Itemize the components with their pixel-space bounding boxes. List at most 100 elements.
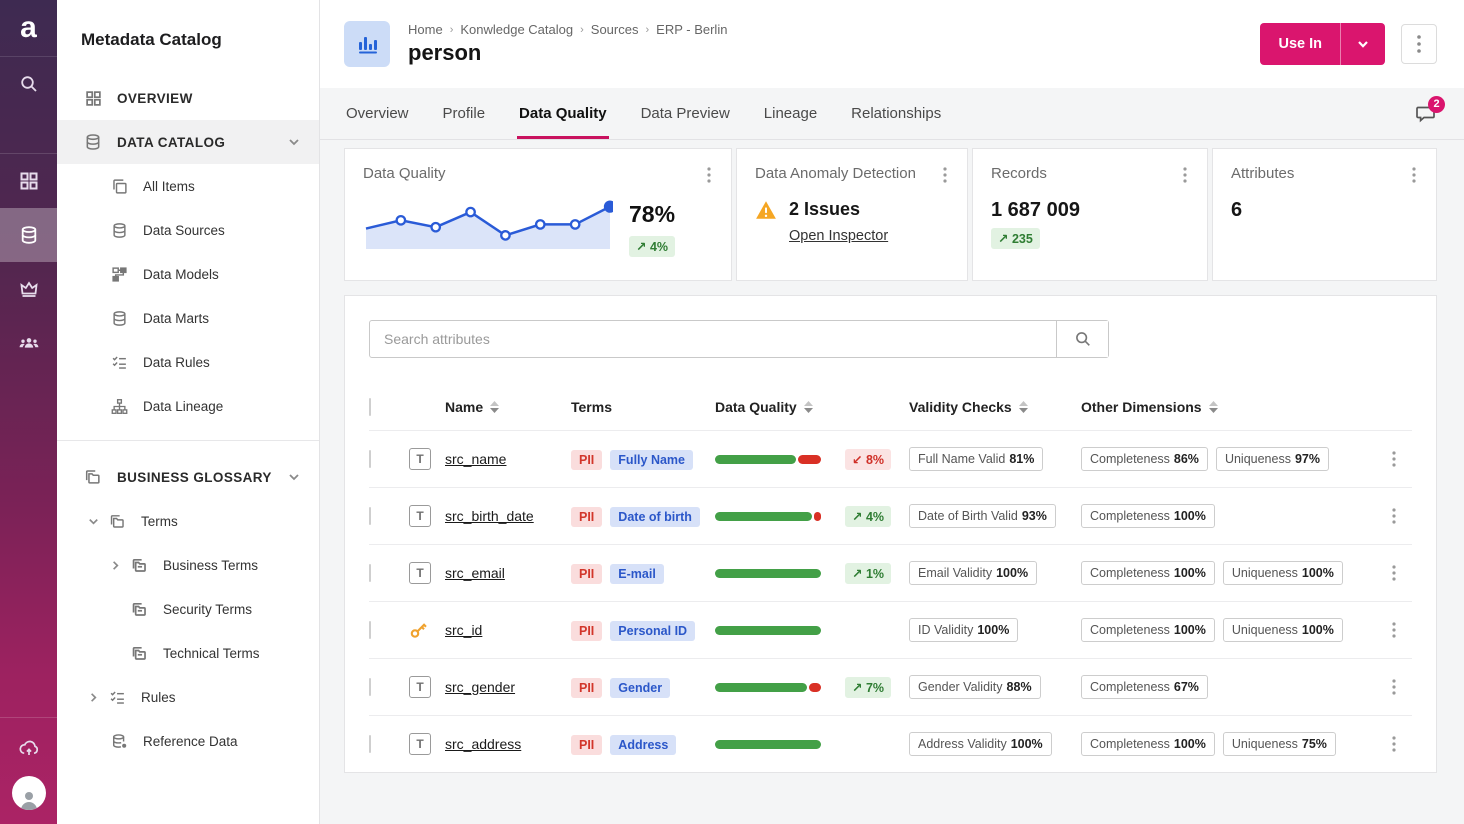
sidebar-item-terms[interactable]: Terms xyxy=(57,499,319,543)
breadcrumb-knowledge-catalog[interactable]: Konwledge Catalog xyxy=(460,22,573,37)
row-checkbox[interactable] xyxy=(369,564,371,582)
sidebar-item-business-terms[interactable]: Business Terms xyxy=(57,543,319,587)
tab-data-preview[interactable]: Data Preview xyxy=(639,88,732,139)
row-kebab-icon[interactable] xyxy=(1375,565,1412,581)
pii-badge[interactable]: PII xyxy=(571,564,602,584)
validity-check-chip[interactable]: Email Validity100% xyxy=(909,561,1037,585)
tab-profile[interactable]: Profile xyxy=(441,88,488,139)
sidebar-item-data-lineage[interactable]: Data Lineage xyxy=(57,384,319,428)
row-checkbox[interactable] xyxy=(369,621,371,639)
column-header-other-dimensions[interactable]: Other Dimensions xyxy=(1081,399,1375,415)
term-badge[interactable]: Date of birth xyxy=(610,507,700,527)
validity-check-chip[interactable]: Gender Validity88% xyxy=(909,675,1041,699)
validity-check-chip[interactable]: Address Validity100% xyxy=(909,732,1052,756)
sidebar-item-business-glossary[interactable]: BUSINESS GLOSSARY xyxy=(57,455,319,499)
chevron-right-icon[interactable] xyxy=(109,559,125,572)
search-button[interactable] xyxy=(1056,321,1108,357)
term-badge[interactable]: Gender xyxy=(610,678,670,698)
tab-overview[interactable]: Overview xyxy=(344,88,411,139)
sidebar-item-security-terms[interactable]: Security Terms xyxy=(57,587,319,631)
row-checkbox[interactable] xyxy=(369,450,371,468)
row-kebab-icon[interactable] xyxy=(1375,622,1412,638)
column-header-terms[interactable]: Terms xyxy=(571,399,715,415)
header-kebab-button[interactable] xyxy=(1401,24,1437,64)
sidebar-item-overview[interactable]: OVERVIEW xyxy=(57,76,319,120)
user-avatar[interactable] xyxy=(12,776,46,810)
breadcrumb-home[interactable]: Home xyxy=(408,22,443,37)
row-kebab-icon[interactable] xyxy=(1375,508,1412,524)
dimension-chip[interactable]: Uniqueness97% xyxy=(1216,447,1329,471)
attribute-link[interactable]: src_email xyxy=(445,565,505,581)
dimension-chip[interactable]: Uniqueness100% xyxy=(1223,618,1343,642)
validity-check-chip[interactable]: Date of Birth Valid93% xyxy=(909,504,1056,528)
tab-lineage[interactable]: Lineage xyxy=(762,88,819,139)
term-badge[interactable]: E-mail xyxy=(610,564,664,584)
sort-icon xyxy=(1209,401,1218,413)
pii-badge[interactable]: PII xyxy=(571,621,602,641)
pii-badge[interactable]: PII xyxy=(571,678,602,698)
term-badge[interactable]: Address xyxy=(610,735,676,755)
select-all-checkbox[interactable] xyxy=(369,398,371,416)
use-in-dropdown-button[interactable] xyxy=(1341,23,1385,65)
dimension-chip[interactable]: Uniqueness100% xyxy=(1223,561,1343,585)
dimension-chip[interactable]: Completeness100% xyxy=(1081,732,1215,756)
brand-logo[interactable]: a xyxy=(0,0,57,57)
tab-relationships[interactable]: Relationships xyxy=(849,88,943,139)
search-icon[interactable] xyxy=(0,57,57,111)
data-catalog-icon[interactable] xyxy=(0,208,57,262)
validity-check-chip[interactable]: Full Name Valid81% xyxy=(909,447,1043,471)
sidebar-item-reference-data[interactable]: Reference Data xyxy=(57,719,319,763)
sidebar-item-rules[interactable]: Rules xyxy=(57,675,319,719)
sidebar-item-technical-terms[interactable]: Technical Terms xyxy=(57,631,319,675)
open-inspector-link[interactable]: Open Inspector xyxy=(789,228,888,244)
use-in-button[interactable]: Use In xyxy=(1260,23,1341,65)
dimension-chip[interactable]: Completeness67% xyxy=(1081,675,1208,699)
card-kebab-icon[interactable] xyxy=(705,165,713,185)
governance-crown-icon[interactable] xyxy=(0,262,57,316)
attribute-link[interactable]: src_name xyxy=(445,451,506,467)
chevron-down-icon[interactable] xyxy=(87,515,103,528)
attribute-link[interactable]: src_id xyxy=(445,622,482,638)
row-checkbox[interactable] xyxy=(369,507,371,525)
breadcrumb-sources[interactable]: Sources xyxy=(591,22,639,37)
row-checkbox[interactable] xyxy=(369,735,371,753)
term-badge[interactable]: Fully Name xyxy=(610,450,693,470)
search-input[interactable] xyxy=(370,321,1056,357)
cloud-sync-icon[interactable] xyxy=(0,728,57,768)
dimension-chip[interactable]: Completeness86% xyxy=(1081,447,1208,471)
apps-grid-icon[interactable] xyxy=(0,154,57,208)
sidebar-item-all-items[interactable]: All Items xyxy=(57,164,319,208)
column-header-name[interactable]: Name xyxy=(445,399,571,415)
card-kebab-icon[interactable] xyxy=(1410,165,1418,185)
column-header-validity-checks[interactable]: Validity Checks xyxy=(909,399,1081,415)
row-checkbox[interactable] xyxy=(369,678,371,696)
comments-bubble-icon[interactable]: 2 xyxy=(1415,104,1437,124)
attribute-link[interactable]: src_address xyxy=(445,736,521,752)
dimension-chip[interactable]: Completeness100% xyxy=(1081,504,1215,528)
sidebar-item-data-catalog[interactable]: DATA CATALOG xyxy=(57,120,319,164)
validity-check-chip[interactable]: ID Validity100% xyxy=(909,618,1018,642)
attribute-link[interactable]: src_gender xyxy=(445,679,515,695)
sidebar-item-data-marts[interactable]: Data Marts xyxy=(57,296,319,340)
column-header-data-quality[interactable]: Data Quality xyxy=(715,399,909,415)
attribute-link[interactable]: src_birth_date xyxy=(445,508,534,524)
pii-badge[interactable]: PII xyxy=(571,450,602,470)
users-icon[interactable] xyxy=(0,316,57,370)
row-kebab-icon[interactable] xyxy=(1375,679,1412,695)
dimension-chip[interactable]: Uniqueness75% xyxy=(1223,732,1336,756)
chevron-right-icon[interactable] xyxy=(87,691,103,704)
card-kebab-icon[interactable] xyxy=(1181,165,1189,185)
row-kebab-icon[interactable] xyxy=(1375,451,1412,467)
pii-badge[interactable]: PII xyxy=(571,507,602,527)
term-badge[interactable]: Personal ID xyxy=(610,621,695,641)
dimension-chip[interactable]: Completeness100% xyxy=(1081,618,1215,642)
row-kebab-icon[interactable] xyxy=(1375,736,1412,752)
sidebar-item-data-rules[interactable]: Data Rules xyxy=(57,340,319,384)
sidebar-item-data-models[interactable]: Data Models xyxy=(57,252,319,296)
breadcrumb-erp-berlin[interactable]: ERP - Berlin xyxy=(656,22,727,37)
pii-badge[interactable]: PII xyxy=(571,735,602,755)
sidebar-item-data-sources[interactable]: Data Sources xyxy=(57,208,319,252)
dimension-chip[interactable]: Completeness100% xyxy=(1081,561,1215,585)
card-kebab-icon[interactable] xyxy=(941,165,949,185)
tab-data-quality[interactable]: Data Quality xyxy=(517,88,609,139)
